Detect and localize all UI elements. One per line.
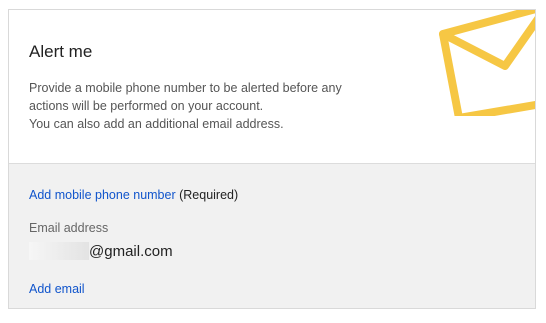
card-description: Provide a mobile phone number to be aler…: [29, 79, 369, 133]
add-mobile-phone-link[interactable]: Add mobile phone number: [29, 188, 176, 202]
alert-me-card: Alert me Provide a mobile phone number t…: [8, 9, 536, 309]
email-domain: @gmail.com: [89, 242, 173, 260]
description-line: actions will be performed on your accoun…: [29, 99, 264, 113]
card-header: Alert me Provide a mobile phone number t…: [9, 10, 535, 164]
envelope-icon: [439, 10, 535, 116]
contact-settings-panel: Add mobile phone number (Required) Email…: [9, 164, 535, 308]
add-email-row: Add email: [29, 282, 85, 296]
email-address-label: Email address: [29, 221, 109, 235]
add-email-link[interactable]: Add email: [29, 282, 85, 296]
redacted-email-username: [29, 242, 89, 260]
add-phone-row: Add mobile phone number (Required): [29, 188, 238, 202]
description-line: Provide a mobile phone number to be aler…: [29, 81, 342, 95]
email-address-value: @gmail.com: [29, 240, 173, 262]
card-title: Alert me: [29, 42, 93, 61]
required-note: (Required): [179, 188, 239, 202]
description-line: You can also add an additional email add…: [29, 117, 284, 131]
